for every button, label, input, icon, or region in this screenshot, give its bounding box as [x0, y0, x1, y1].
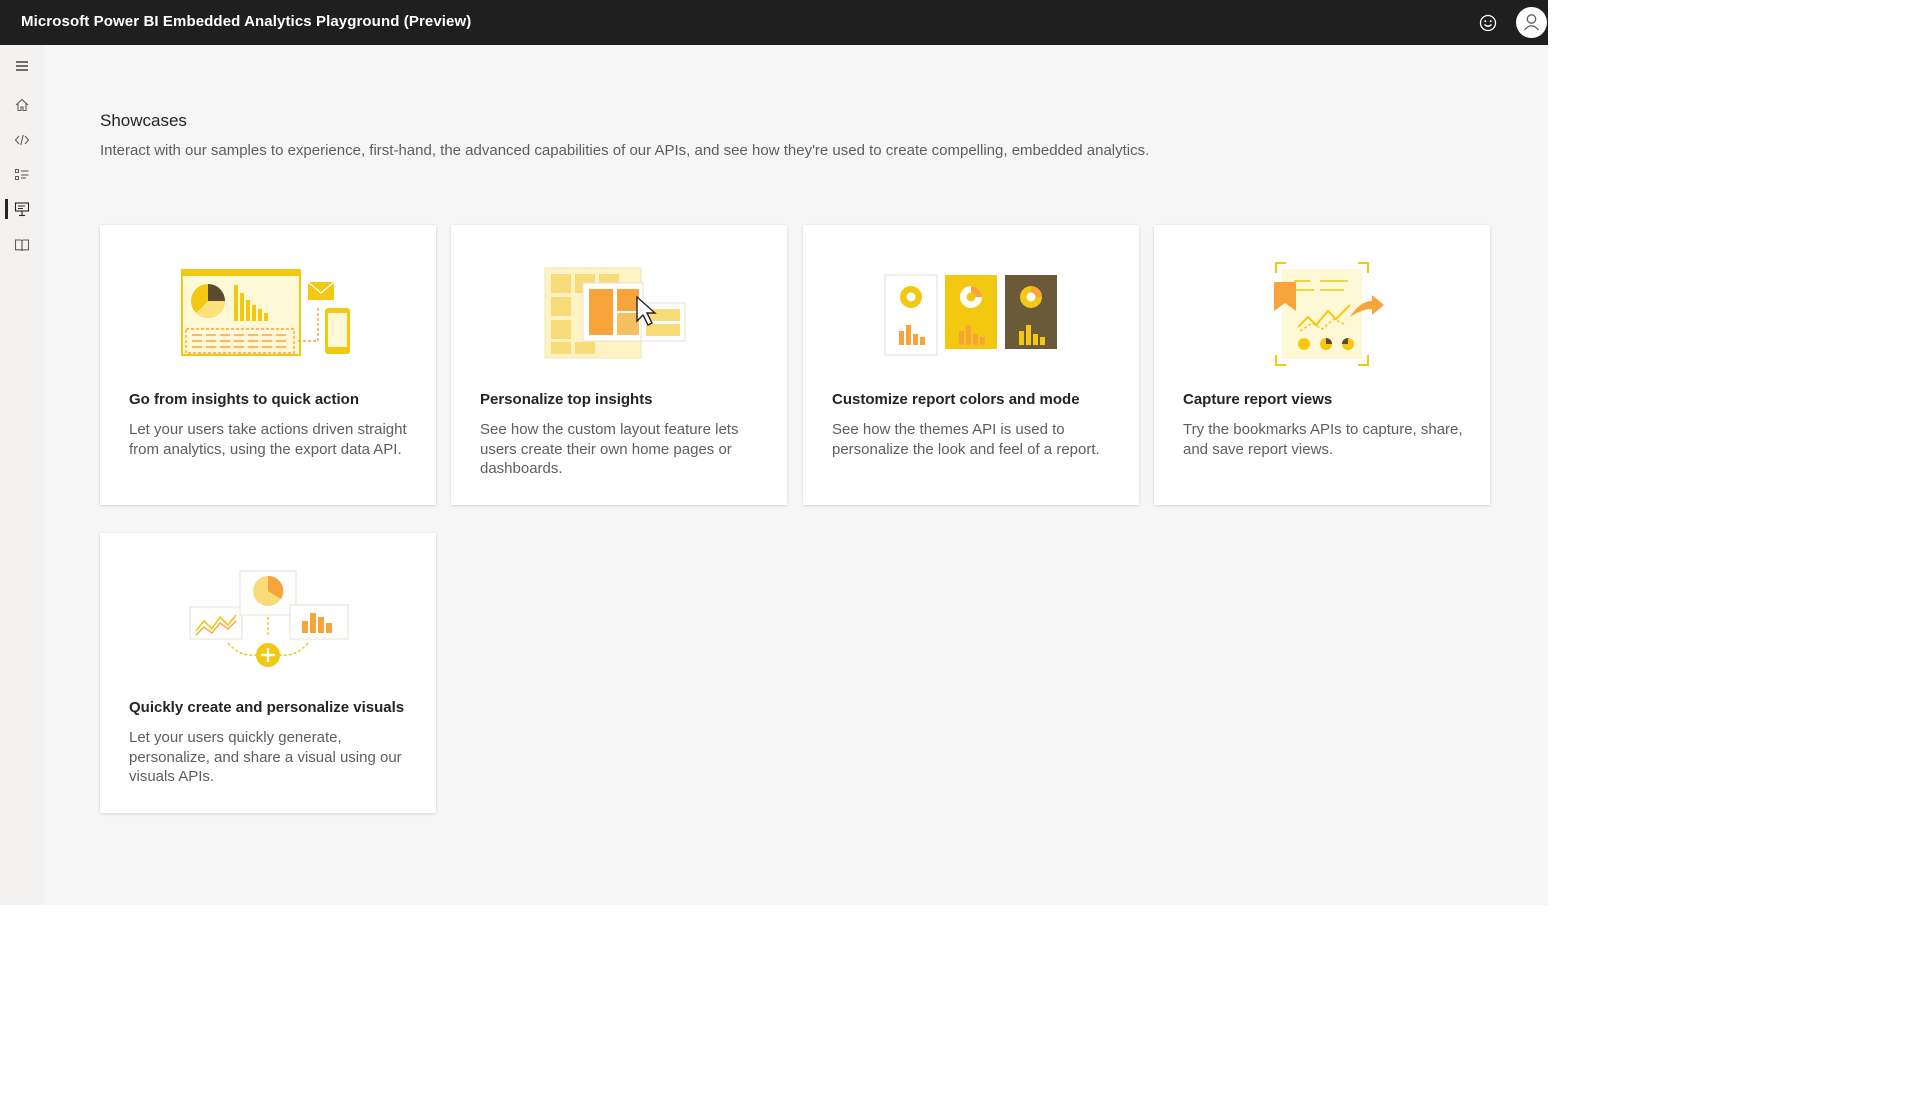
card-description: See how the custom layout feature lets u…	[480, 421, 739, 477]
bookmark-capture-illustration	[1274, 262, 1384, 366]
nav-developer-sandbox[interactable]	[0, 124, 44, 156]
learning-book-icon	[14, 239, 30, 252]
showcase-card-create-visuals[interactable]: Quickly create and personalize visuals L…	[100, 533, 436, 813]
card-title: Personalize top insights	[480, 391, 653, 408]
page-title: Showcases	[100, 111, 187, 130]
nav-learning-center[interactable]	[0, 229, 44, 261]
layout-grid-cursor-illustration	[544, 267, 686, 359]
showcase-card-customize-colors[interactable]: Customize report colors and mode See how…	[803, 225, 1139, 505]
card-description: See how the themes API is used to person…	[832, 421, 1100, 458]
showcase-card-capture-views[interactable]: Capture report views Try the bookmarks A…	[1154, 225, 1490, 505]
card-title: Capture report views	[1183, 391, 1333, 408]
user-avatar-icon[interactable]	[1516, 7, 1547, 38]
nav-home[interactable]	[0, 89, 44, 121]
nav-list[interactable]	[0, 159, 44, 191]
card-title: Go from insights to quick action	[129, 391, 360, 408]
showcase-card-quick-action[interactable]: Go from insights to quick action Let you…	[100, 225, 436, 505]
report-email-phone-illustration	[181, 269, 350, 356]
app-window: Microsoft Power BI Embedded Analytics Pl…	[0, 0, 1548, 905]
home-icon	[15, 98, 29, 112]
left-nav-rail	[0, 45, 44, 905]
list-icon	[15, 169, 29, 180]
themes-three-cards-illustration	[884, 274, 1057, 356]
nav-showcases[interactable]	[0, 193, 44, 225]
create-visual-plus-illustration	[189, 570, 349, 667]
feedback-smiley-icon[interactable]	[1478, 13, 1498, 33]
showcase-presentation-icon	[14, 202, 30, 217]
page-subtitle: Interact with our samples to experience,…	[100, 142, 1150, 159]
hamburger-menu-button[interactable]	[0, 50, 44, 82]
hamburger-menu-icon	[16, 61, 28, 71]
main-content: Showcases Interact with our samples to e…	[44, 45, 1548, 905]
card-title: Quickly create and personalize visuals	[129, 699, 405, 716]
top-bar: Microsoft Power BI Embedded Analytics Pl…	[0, 0, 1548, 45]
card-title: Customize report colors and mode	[832, 391, 1080, 408]
showcase-card-personalize-insights[interactable]: Personalize top insights See how the cus…	[451, 225, 787, 505]
app-title: Microsoft Power BI Embedded Analytics Pl…	[21, 13, 472, 30]
code-icon	[14, 134, 30, 146]
card-description: Let your users quickly generate, persona…	[129, 729, 402, 785]
card-description: Let your users take actions driven strai…	[129, 421, 407, 458]
card-description: Try the bookmarks APIs to capture, share…	[1183, 421, 1463, 458]
